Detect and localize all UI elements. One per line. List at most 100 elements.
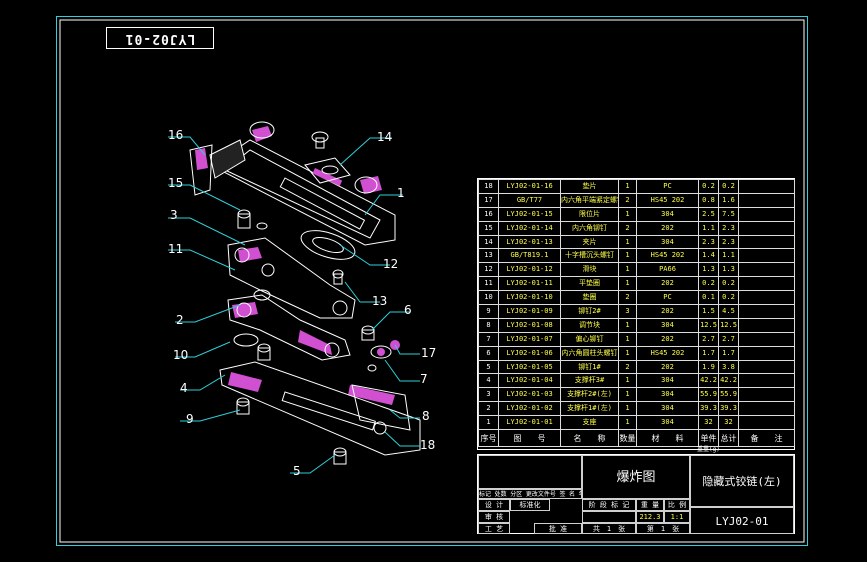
callout-label: 15: [168, 176, 184, 190]
bom-cell: [738, 387, 795, 403]
bom-cell: 2: [478, 401, 499, 417]
bom-cell: 0.8: [698, 192, 719, 208]
bom-cell: 0.2: [698, 179, 719, 194]
bom-cell: [738, 220, 795, 236]
bom-cell: 304: [636, 317, 699, 333]
bom-row: 17 GB/T77 内六角平端紧定螺钉 2 HS45 202 0.8 1.6: [478, 192, 795, 208]
scale-label: 比 例: [664, 499, 690, 511]
bom-row: 13 GB/T819.1 十字槽沉头螺钉 1 HS45 202 1.4 1.1: [478, 248, 795, 264]
bom-cell: 8: [478, 317, 499, 333]
bom-row: 16 LYJ02-01-15 限位片 1 304 2.5 7.5: [478, 206, 795, 222]
process-label: 工 艺: [478, 523, 510, 534]
bom-cell: 304: [636, 206, 699, 222]
bom-cell: 1: [618, 262, 637, 278]
bom-cell: [738, 262, 795, 278]
bom-cell: 平垫圈: [560, 276, 619, 292]
callout-label: 3: [170, 208, 178, 222]
bom-cell: 39.3: [698, 401, 719, 417]
bom-cell: HS45 202: [636, 345, 699, 361]
bom-cell: 4.5: [718, 304, 739, 319]
bom-cell: 55.9: [718, 387, 739, 403]
bom-header-cell: 备 注: [738, 429, 795, 448]
bom-cell: LYJ02-01-02: [498, 401, 561, 417]
bom-cell: [738, 248, 795, 264]
bom-cell: 1: [478, 415, 499, 431]
bom-cell: 12.5: [718, 317, 739, 333]
title-block: 标记 处数 分区 更改文件号 签 名 年月日 设 计 标准化 审 核 工 艺 批…: [477, 454, 795, 534]
bom-cell: 调节块: [560, 317, 619, 333]
bom-cell: 夹片: [560, 234, 619, 250]
bom-cell: 15: [478, 220, 499, 236]
bom-cell: LYJ02-01-15: [498, 206, 561, 222]
bom-cell: 滑块: [560, 262, 619, 278]
callout-label: 16: [168, 128, 184, 142]
bom-cell: 垫片: [560, 179, 619, 194]
bom-cell: 2.3: [718, 234, 739, 250]
bom-cell: PC: [636, 179, 699, 194]
bom-cell: 42.2: [718, 373, 739, 389]
bom-cell: 内六角平端紧定螺钉: [560, 192, 619, 208]
bom-cell: [738, 304, 795, 319]
revision-grid: [478, 455, 582, 489]
callout-label: 17: [421, 346, 437, 360]
callout-label: 9: [186, 412, 194, 426]
bom-header-cell: 数量: [618, 429, 637, 448]
bom-cell: LYJ02-01-07: [498, 331, 561, 347]
bom-cell: 2: [618, 220, 637, 236]
bom-cell: 1: [618, 373, 637, 389]
bom-cell: 支座: [560, 415, 619, 431]
bom-cell: 14: [478, 234, 499, 250]
bom-cell: 2.7: [718, 331, 739, 347]
bom-cell: LYJ02-01-11: [498, 276, 561, 292]
bom-row: 5 LYJ02-01-05 铆钉1# 2 202 1.9 3.8: [478, 359, 795, 375]
weight-subheader: 重量(g): [697, 446, 720, 453]
bom-cell: 7: [478, 331, 499, 347]
bom-cell: 304: [636, 401, 699, 417]
bom-cell: HS45 202: [636, 192, 699, 208]
bom-cell: 2.3: [718, 220, 739, 236]
bom-cell: [738, 192, 795, 208]
bom-cell: 9: [478, 304, 499, 319]
bom-cell: 0.1: [698, 290, 719, 306]
bom-row: 4 LYJ02-01-04 支撑杆3# 1 304 42.2 42.2: [478, 373, 795, 389]
bom-row: 10 LYJ02-01-10 垫圈 2 PC 0.1 0.2: [478, 290, 795, 306]
bom-cell: 1: [618, 331, 637, 347]
bom-cell: 3: [478, 387, 499, 403]
bom-cell: [738, 290, 795, 306]
bom-cell: 偏心铆钉: [560, 331, 619, 347]
bom-cell: 1: [618, 234, 637, 250]
bom-cell: PC: [636, 290, 699, 306]
bom-cell: 支撑杆1#(左): [560, 401, 619, 417]
bom-cell: 6: [478, 345, 499, 361]
bom-cell: 1.7: [718, 345, 739, 361]
bom-cell: 0.2: [718, 276, 739, 292]
bom-cell: LYJ02-01-13: [498, 234, 561, 250]
bom-row: 11 LYJ02-01-11 平垫圈 1 202 0.2 0.2: [478, 276, 795, 292]
bom-cell: 3.8: [718, 359, 739, 375]
bom-cell: 42.2: [698, 373, 719, 389]
bom-cell: 55.9: [698, 387, 719, 403]
bom-row: 9 LYJ02-01-09 铆钉2# 3 202 1.5 4.5: [478, 304, 795, 319]
bom-cell: [738, 345, 795, 361]
bom-cell: 3: [618, 304, 637, 319]
callout-label: 18: [420, 438, 436, 452]
bom-cell: [738, 317, 795, 333]
bom-row: 2 LYJ02-01-02 支撑杆1#(左) 1 304 39.3 39.3: [478, 401, 795, 417]
revision-header: 标记 处数 分区 更改文件号 签 名 年月日: [478, 489, 582, 499]
bom-row: 6 LYJ02-01-06 内六角圆柱头螺钉 1 HS45 202 1.7 1.7: [478, 345, 795, 361]
design-label: 设 计: [478, 499, 510, 511]
stage-label: 阶 段 标 记: [582, 499, 636, 511]
callout-label: 7: [420, 372, 428, 386]
approve-label: 批 准: [534, 523, 582, 534]
bom-cell: 1.3: [718, 262, 739, 278]
bom-cell: 12: [478, 262, 499, 278]
callout-label: 2: [176, 313, 184, 327]
bom-cell: 32: [698, 415, 719, 431]
bom-cell: PA66: [636, 262, 699, 278]
bom-cell: LYJ02-01-16: [498, 179, 561, 194]
bom-cell: 2.3: [698, 234, 719, 250]
bom-cell: 1: [618, 415, 637, 431]
callout-label: 14: [377, 130, 393, 144]
bom-cell: 1.1: [718, 248, 739, 264]
bom-cell: [738, 401, 795, 417]
